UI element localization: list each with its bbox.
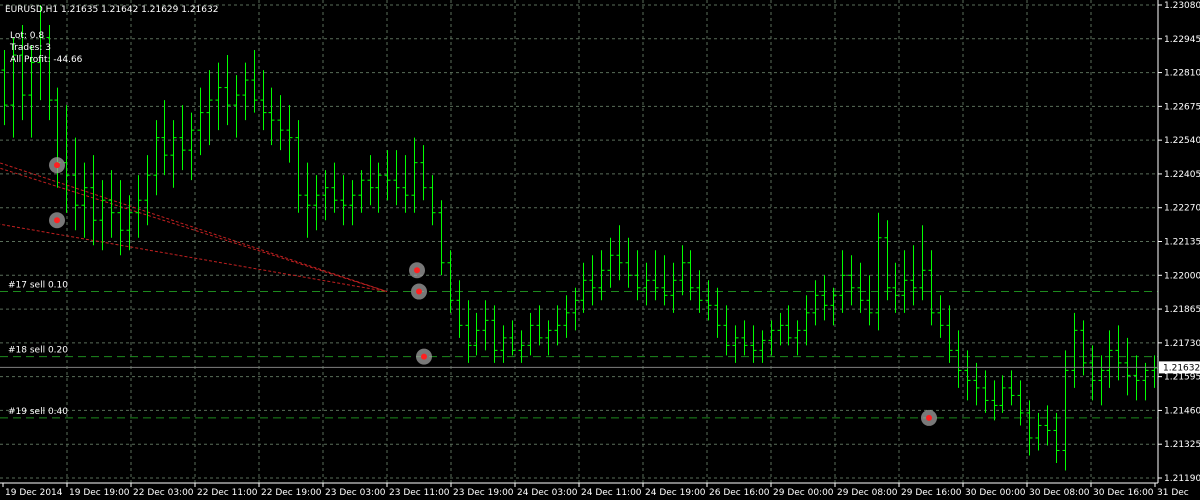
ohlc-readout: 1.21635 1.21642 1.21629 1.21632 (61, 5, 219, 15)
trade-marker (411, 283, 427, 300)
symbol-label: EURUSD,H1 (5, 5, 59, 15)
x-tick-label: 24 Dec 03:00 (517, 488, 578, 498)
order-level-label: #17 sell 0.10 (8, 281, 68, 291)
y-tick-label: 1.21865 (1164, 305, 1200, 315)
y-tick-label: 1.22675 (1164, 102, 1200, 112)
chart-canvas[interactable]: #17 sell 0.10#18 sell 0.20#19 sell 0.40 … (0, 0, 1200, 500)
x-tick-label: 23 Dec 19:00 (453, 488, 514, 498)
x-tick-label: 24 Dec 19:00 (645, 488, 706, 498)
trade-marker (416, 348, 432, 365)
x-tick-label: 29 Dec 08:00 (837, 488, 898, 498)
lot-label: Lot: 0.8 (10, 31, 45, 41)
y-tick-label: 1.22135 (1164, 238, 1200, 248)
x-tick-label: 30 Dec 08:00 (1029, 488, 1090, 498)
trades-label: Trades: 3 (10, 43, 51, 53)
order-level-label: #19 sell 0.40 (8, 407, 68, 417)
y-tick-label: 1.22270 (1164, 204, 1200, 214)
x-tick-label: 30 Dec 00:00 (965, 488, 1026, 498)
x-tick-label: 19 Dec 19:00 (69, 488, 130, 498)
y-tick-label: 1.22945 (1164, 35, 1200, 45)
x-tick-label: 30 Dec 16:00 (1093, 488, 1154, 498)
x-tick-label: 29 Dec 16:00 (901, 488, 962, 498)
info-panel: Lot: 0.8 Trades: 3 All Profit: -44.66 (10, 30, 82, 66)
trade-marker (921, 409, 937, 426)
trade-marker (49, 157, 65, 174)
trade-marker-dot (414, 267, 420, 274)
trade-marker-dot (926, 414, 932, 421)
x-tick-label: 31 Dec (1157, 488, 1189, 498)
y-tick-label: 1.23080 (1164, 1, 1200, 11)
x-tick-label: 22 Dec 03:00 (133, 488, 194, 498)
y-tick-label: 1.21460 (1164, 406, 1200, 416)
x-tick-label: 22 Dec 11:00 (197, 488, 258, 498)
y-tick-label: 1.21190 (1164, 474, 1200, 484)
y-tick-label: 1.22810 (1164, 69, 1200, 79)
price-chart[interactable]: #17 sell 0.10 #18 sell 0.20 #19 sell 0.40 … (0, 0, 1200, 500)
trade-marker-dot (421, 353, 427, 360)
x-tick-label: 29 Dec 00:00 (773, 488, 834, 498)
y-tick-label: 1.22540 (1164, 136, 1200, 146)
trade-marker-dot (54, 162, 60, 169)
x-tick-label: 24 Dec 11:00 (581, 488, 642, 498)
profit-label: All Profit: -44.66 (10, 55, 83, 65)
y-tick-label: 1.22405 (1164, 170, 1200, 180)
x-tick-label: 23 Dec 11:00 (389, 488, 450, 498)
trade-marker (409, 262, 425, 279)
trade-marker (49, 212, 65, 229)
y-tick-label: 1.21595 (1164, 373, 1200, 383)
current-price-label: 1.21632 (1163, 363, 1200, 373)
x-tick-label: 26 Dec 16:00 (709, 488, 770, 498)
order-level-label: #18 sell 0.20 (8, 346, 68, 356)
trade-marker-dot (416, 288, 422, 295)
x-tick-label: 22 Dec 19:00 (261, 488, 322, 498)
x-tick-label: 23 Dec 03:00 (325, 488, 386, 498)
x-tick-label: 19 Dec 2014 (5, 488, 63, 498)
chart-header: EURUSD,H1 1.21635 1.21642 1.21629 1.2163… (5, 4, 218, 16)
y-tick-label: 1.22000 (1164, 271, 1200, 281)
y-tick-label: 1.21730 (1164, 339, 1200, 349)
trade-marker-dot (54, 217, 60, 224)
y-tick-label: 1.21325 (1164, 440, 1200, 450)
